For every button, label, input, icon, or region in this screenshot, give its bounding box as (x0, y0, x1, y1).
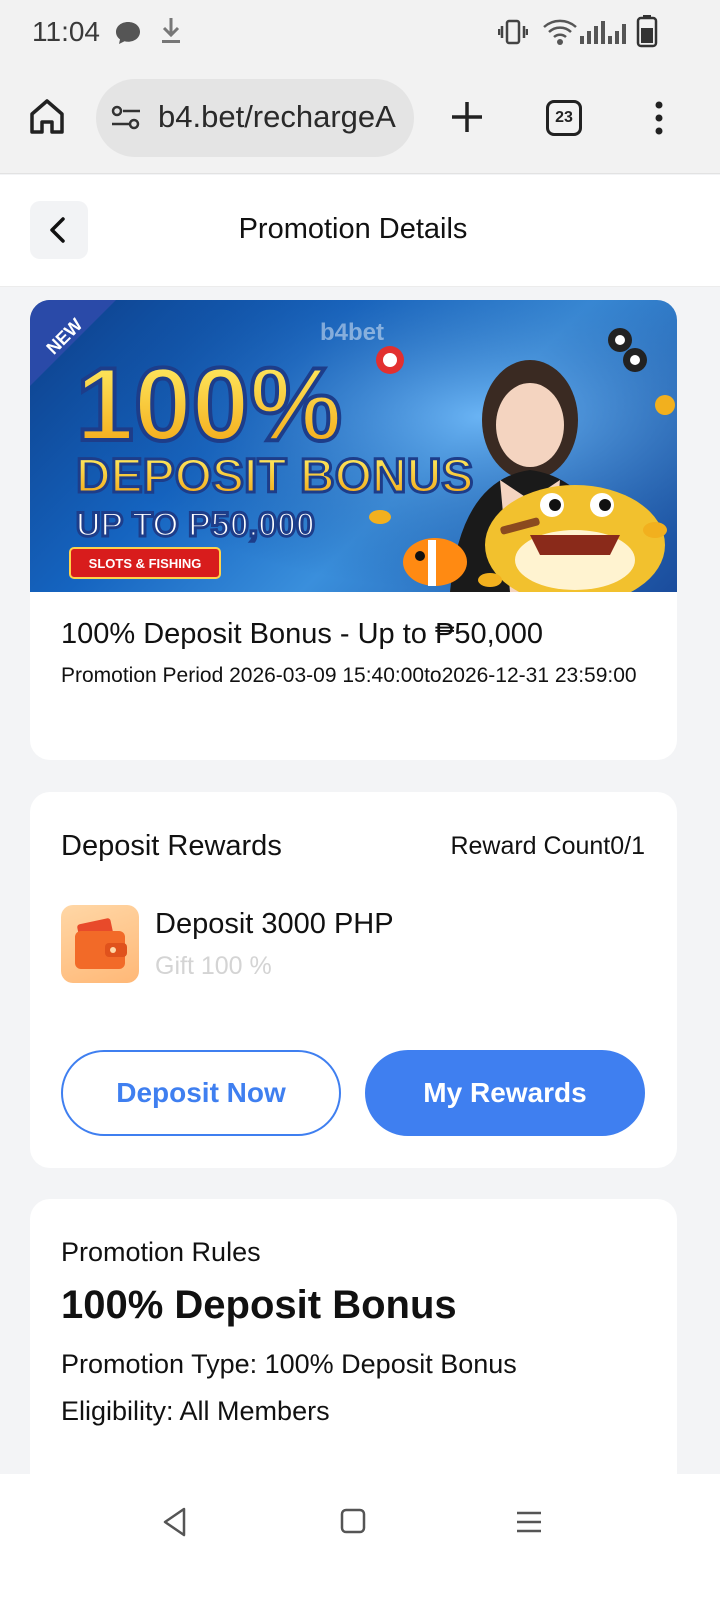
browser-toolbar: b4.bet/rechargeA 23 (0, 66, 720, 174)
chat-bubble-icon (116, 22, 140, 44)
banner-headline: 100% (76, 347, 342, 463)
wallet-icon (61, 905, 139, 983)
page-header: Promotion Details (0, 175, 720, 287)
vibrate-icon (498, 19, 528, 45)
banner-brand: b4bet (320, 319, 384, 346)
battery-icon (636, 15, 658, 48)
signal-icon (580, 21, 626, 44)
page-title: Promotion Details (238, 213, 468, 245)
my-rewards-button[interactable]: My Rewards (365, 1050, 645, 1136)
rewards-title: Deposit Rewards (61, 830, 282, 862)
promotion-title: 100% Deposit Bonus - Up to ₱50,000 (61, 618, 544, 650)
deposit-amount: Deposit 3000 PHP (155, 908, 394, 940)
wifi-icon (543, 19, 577, 45)
tab-count: 23 (555, 109, 573, 126)
rules-heading: 100% Deposit Bonus (61, 1283, 457, 1327)
back-nav-icon[interactable] (160, 1506, 190, 1538)
banner-upto: UP TO P50,000 (76, 506, 315, 544)
promotion-banner[interactable]: 100% DEPOSIT BONUS UP TO P50,000 SLOTS &… (30, 300, 677, 592)
status-time: 11:04 (32, 16, 100, 47)
tab-switcher-button[interactable]: 23 (546, 100, 582, 136)
new-tab-icon[interactable] (450, 100, 484, 134)
promotion-type: Promotion Type: 100% Deposit Bonus (61, 1349, 517, 1379)
address-bar[interactable]: b4.bet/rechargeA (96, 79, 414, 157)
deposit-now-button[interactable]: Deposit Now (61, 1050, 341, 1136)
banner-tag: SLOTS & FISHING (89, 556, 202, 571)
status-bar: 11:04 (0, 0, 720, 66)
promotion-period: Promotion Period 2026-03-09 15:40:00to20… (61, 664, 637, 687)
rules-label: Promotion Rules (61, 1237, 261, 1267)
more-options-icon[interactable] (652, 100, 666, 136)
recents-nav-icon[interactable] (515, 1510, 543, 1534)
banner-subheadline: DEPOSIT BONUS (76, 450, 473, 503)
deposit-rewards-card: Deposit Rewards Reward Count0/1 Deposit … (30, 792, 677, 1168)
home-nav-icon[interactable] (340, 1508, 366, 1534)
reward-count: Reward Count0/1 (450, 832, 645, 860)
gift-percentage: Gift 100 % (155, 952, 272, 980)
eligibility: Eligibility: All Members (61, 1396, 330, 1426)
url-text[interactable]: b4.bet/rechargeA (158, 99, 402, 135)
download-icon (162, 18, 180, 43)
promotion-rules-card: Promotion Rules 100% Deposit Bonus Promo… (30, 1199, 677, 1499)
banner-art: 100% DEPOSIT BONUS UP TO P50,000 SLOTS &… (30, 300, 677, 592)
site-settings-icon[interactable] (110, 105, 142, 131)
system-nav-bar (0, 1474, 720, 1600)
home-icon[interactable] (28, 98, 66, 136)
